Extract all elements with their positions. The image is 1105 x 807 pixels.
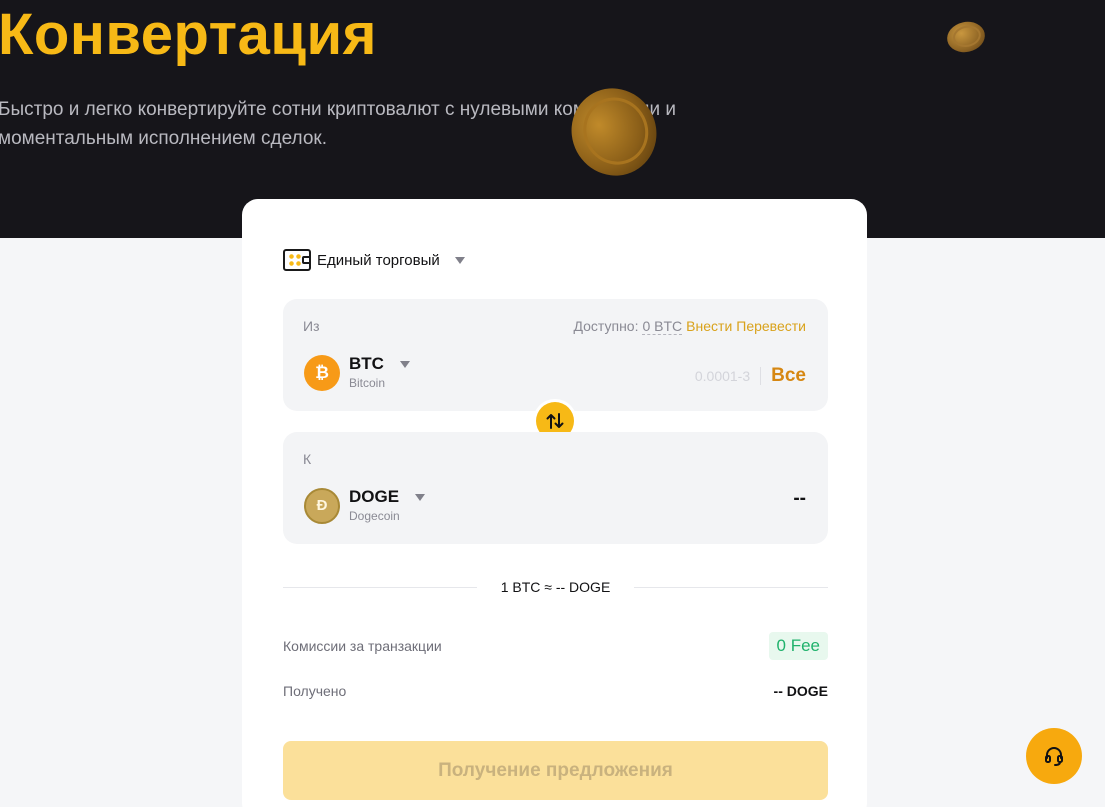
deposit-link[interactable]: Внести [686,318,732,335]
support-chat-button[interactable] [1026,728,1082,784]
received-value: -- DOGE [773,683,828,699]
available-balance: Доступно: 0 BTC Внести Перевести [573,318,806,335]
to-label: К [303,451,312,467]
page-title: Конвертация [0,2,377,67]
chevron-down-icon [415,493,426,501]
available-amount[interactable]: 0 BTC [642,318,683,335]
convert-card: Единый торговый Из Доступно: 0 BTC Внест… [242,199,867,807]
coin-decoration-icon [556,73,672,191]
wallet-icon [283,249,311,271]
dogecoin-icon: Ð [304,487,340,524]
swap-arrows-icon [546,413,564,429]
max-all-button[interactable]: Все [771,365,806,387]
chevron-down-icon [454,256,465,264]
to-panel: К Ð DOGE Dogecoin -- [283,432,828,544]
divider [283,586,477,588]
from-asset-code: BTC [349,354,384,373]
available-label: Доступно: [573,318,639,334]
to-asset-code: DOGE [349,487,400,506]
divider [634,586,828,588]
bitcoin-icon: ₿ [304,354,340,391]
amount-input[interactable]: 0.0001-3 [695,368,750,384]
coin-decoration-icon [944,18,988,56]
from-asset-selector[interactable]: ₿ BTC Bitcoin [304,354,410,391]
to-amount-value: -- [793,488,806,509]
chevron-down-icon [399,360,410,368]
divider [760,367,762,385]
transfer-link[interactable]: Перевести [736,318,806,335]
account-selector[interactable]: Единый торговый [283,247,465,273]
from-asset-name: Bitcoin [349,376,386,390]
received-label: Получено [283,683,347,699]
exchange-rate: 1 BTC ≈ -- DOGE [283,577,828,597]
to-asset-selector[interactable]: Ð DOGE Dogecoin [304,487,426,524]
from-panel: Из Доступно: 0 BTC Внести Перевести ₿ BT… [283,299,828,411]
fee-badge: 0 Fee [768,632,828,660]
from-label: Из [303,318,320,334]
fee-row: Комиссии за транзакции 0 Fee [283,631,828,661]
fee-label: Комиссии за транзакции [283,638,442,654]
get-quote-button[interactable]: Получение предложения [283,741,828,800]
exchange-rate-text: 1 BTC ≈ -- DOGE [500,579,611,595]
headset-icon [1045,747,1063,766]
account-label: Единый торговый [317,251,440,269]
to-asset-name: Dogecoin [349,509,400,523]
received-row: Получено -- DOGE [283,676,828,706]
